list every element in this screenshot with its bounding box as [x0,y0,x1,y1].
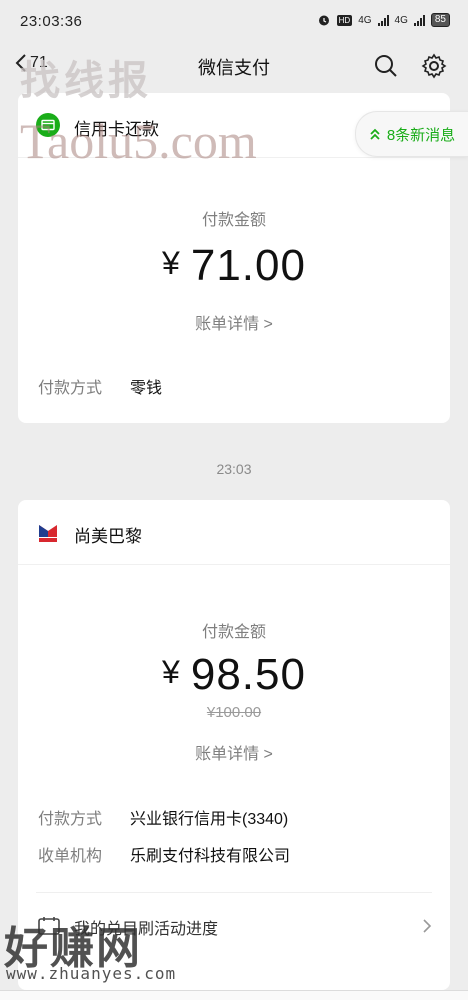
amount-value: 71.00 [190,241,306,290]
pay-method-value: 零钱 [130,380,163,397]
pay-method-key: 付款方式 [38,380,103,397]
activity-icon [38,917,60,935]
time-separator: 23:03 [216,461,252,477]
card-header: 尚美巴黎 [18,500,450,565]
status-icons: HD 4G 4G 85 [317,13,450,27]
amount-label: 付款金额 [201,212,266,229]
acquirer-value: 乐刷支付科技有限公司 [130,848,291,865]
payment-amount: ¥98.50 [18,650,450,700]
gear-icon[interactable] [420,52,448,80]
pay-method-key: 付款方式 [38,811,103,828]
new-messages-label: 8条新消息 [386,126,456,144]
search-icon[interactable] [372,52,400,80]
status-bar: 23:03:36 HD 4G 4G 85 [0,0,468,44]
promo-label: 我的兑目刷活动进度 [74,921,219,938]
acquirer-key: 收单机构 [38,848,103,865]
pay-method-row: 付款方式 兴业银行信用卡(3340) [38,805,288,829]
promo-progress-row[interactable]: 我的兑目刷活动进度 [36,905,432,945]
payment-amount: ¥71.00 [18,241,450,291]
acquirer-row: 收单机构 乐刷支付科技有限公司 [38,842,290,866]
currency-symbol: ¥ [162,654,181,690]
payment-card-2[interactable]: 尚美巴黎 付款金额 ¥98.50 ¥100.00 账单详情 > 付款方式 兴业银行… [18,500,450,990]
new-messages-button[interactable]: 8条新消息 [355,111,468,157]
hd-badge-icon: HD [336,14,353,26]
nav-bar: 71 微信支付 [0,44,468,88]
signal-icon [377,14,389,26]
pay-method-value: 兴业银行信用卡(3340) [130,811,289,828]
divider [36,892,432,893]
credit-card-repay-icon [36,113,60,137]
status-time: 23:03:36 [20,13,83,30]
merchant-name: 尚美巴黎 [74,527,142,546]
network-label-2: 4G [394,14,408,26]
signal-icon-2 [413,14,425,26]
amount-value: 98.50 [190,650,306,699]
currency-symbol: ¥ [162,245,181,281]
bill-detail-link[interactable]: 账单详情 > [18,740,450,764]
network-label-1: 4G [358,14,372,26]
chevron-right-icon [423,919,432,933]
merchant-logo-icon [36,520,60,544]
pay-method-row: 付款方式 零钱 [38,374,162,398]
alarm-icon [318,15,329,26]
merchant-name: 信用卡还款 [74,120,159,139]
double-chevron-up-icon [370,128,380,140]
amount-label: 付款金额 [201,624,266,641]
original-amount: ¥100.00 [206,704,262,721]
battery-icon: 85 [430,13,450,27]
bill-detail-link[interactable]: 账单详情 > [18,310,450,334]
